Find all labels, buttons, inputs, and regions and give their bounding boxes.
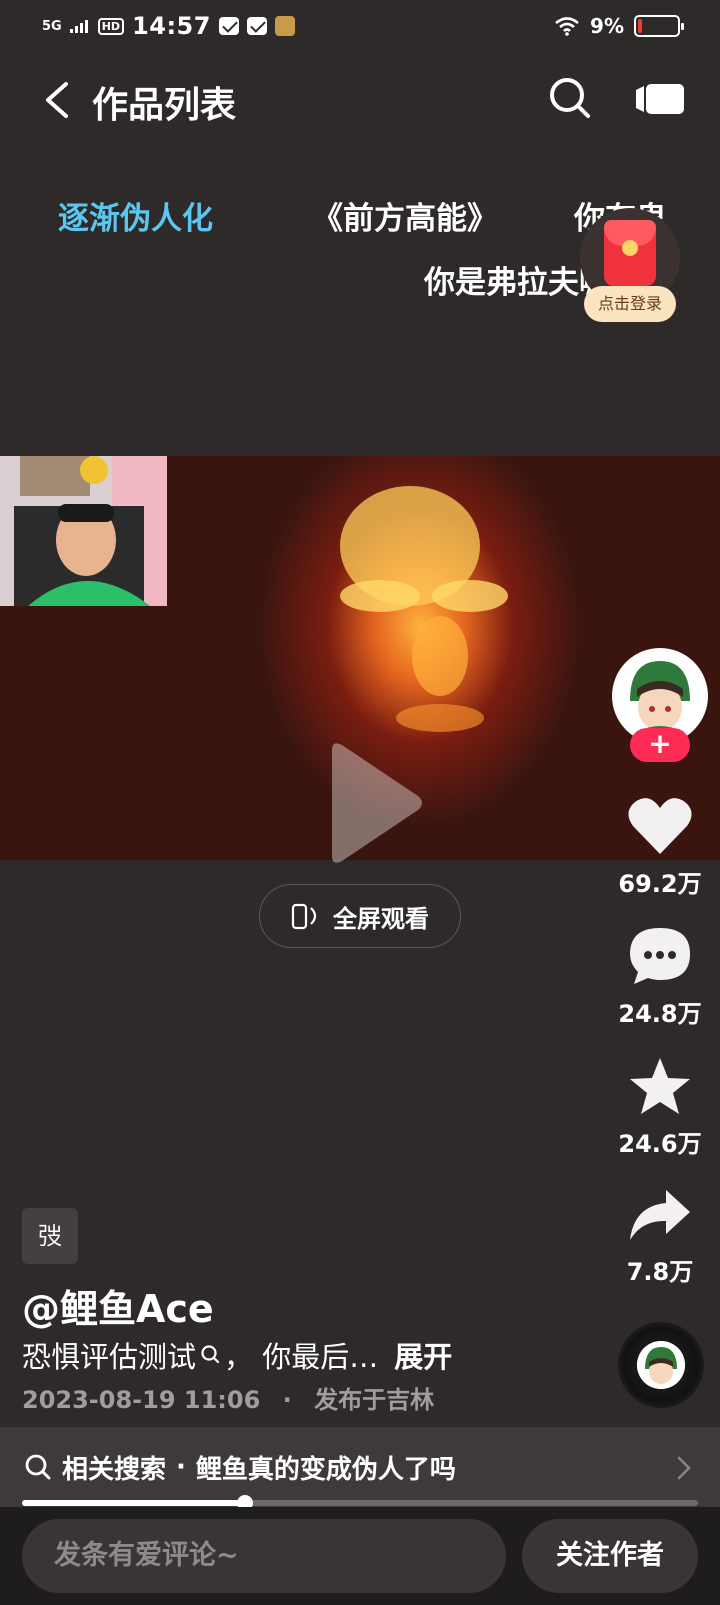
meta-separator: · [282,1386,292,1414]
share-count: 7.8万 [626,1258,694,1286]
music-cover [637,1341,685,1389]
webcam-image [0,456,167,606]
author-name[interactable]: @鲤鱼Ace [22,1278,214,1333]
follow-author-button[interactable]: 关注作者 [522,1519,698,1593]
red-envelope-icon [604,220,656,286]
signal-icon [69,20,88,33]
like-count: 69.2万 [618,870,702,898]
search-icon [25,1454,51,1480]
post-tag-badge[interactable]: 弢 [22,1208,78,1264]
battery-level [638,19,642,33]
rotate-fullscreen-icon [291,903,317,930]
share-arrow-icon [630,1190,690,1240]
danmaku-comment: 逐渐伪人化 [58,201,213,237]
chevron-left-icon [46,82,68,118]
app-notification-icon [274,16,295,36]
notification-icon [246,17,267,35]
post-date: 2023-08-19 11:06 [22,1386,261,1414]
wifi-icon [555,17,579,36]
favorite-button[interactable]: 24.6万 [610,1056,710,1159]
status-time: 14:57 [132,12,211,40]
status-bar: 5G HD 14:57 9% [0,0,720,56]
back-button[interactable] [38,78,78,122]
post-meta: 2023-08-19 11:06 · 发布于吉林 [22,1380,434,1415]
fullscreen-label: 全屏观看 [333,904,429,933]
star-icon [630,1058,690,1114]
comment-button[interactable]: 24.8万 [610,926,710,1029]
progress-fill [22,1500,246,1506]
search-icon [201,1345,220,1364]
notification-icon [218,17,239,35]
comment-bubble-icon [630,928,690,984]
fullscreen-button[interactable]: 全屏观看 [259,884,461,948]
hd-badge: HD [97,17,125,35]
play-button[interactable] [318,740,428,866]
heart-icon [628,798,692,854]
search-button[interactable] [548,76,592,120]
favorite-count: 24.6万 [618,1130,702,1158]
status-bar-left: 5G HD 14:57 [42,12,295,40]
post-description[interactable]: 恐惧评估测试 ， 你最后… 展开 [22,1334,452,1376]
battery-icon [634,15,684,37]
related-search-bar[interactable]: 相关搜索 · 鲤鱼真的变成伪人了吗 [0,1427,720,1507]
danmaku-comment: 《前方高能》 [312,201,498,237]
related-search-content: 相关搜索 · 鲤鱼真的变成伪人了吗 [24,1427,456,1507]
login-prompt[interactable]: 点击登录 [584,286,676,322]
page-title: 作品列表 [92,85,237,126]
follow-plus-button[interactable]: + [630,728,690,762]
related-search-label: 相关搜索 [62,1454,167,1485]
expand-button[interactable]: 展开 [394,1334,452,1376]
search-icon [550,78,590,118]
network-indicator: 5G [42,18,62,34]
comment-input[interactable]: 发条有爱评论~ [22,1519,506,1593]
related-search-query: 鲤鱼真的变成伪人了吗 [195,1454,456,1485]
red-packet-widget[interactable]: 点击登录 [580,208,680,328]
related-search-dot: · [176,1452,186,1482]
author-avatar-group[interactable]: + [612,648,708,762]
share-button[interactable]: 7.8万 [610,1188,710,1287]
description-text: ， 你最后… [224,1340,379,1374]
battery-percent: 9% [590,14,624,38]
status-bar-right: 9% [554,14,684,38]
video-progress-bar[interactable] [22,1495,698,1511]
music-cover-image [637,1341,685,1389]
bottom-bar: 发条有爱评论~ 关注作者 [0,1507,720,1605]
post-location: 发布于吉林 [314,1386,435,1414]
video-camera-icon [636,84,684,114]
picture-in-picture-webcam [0,456,167,606]
camera-button[interactable] [636,82,684,116]
music-disc[interactable] [618,1322,704,1408]
like-button[interactable]: 69.2万 [610,796,710,899]
description-keyword[interactable]: 恐惧评估测试 [22,1334,196,1376]
play-icon [332,743,422,863]
comment-count: 24.8万 [618,1000,702,1028]
chevron-right-icon [677,1456,691,1480]
